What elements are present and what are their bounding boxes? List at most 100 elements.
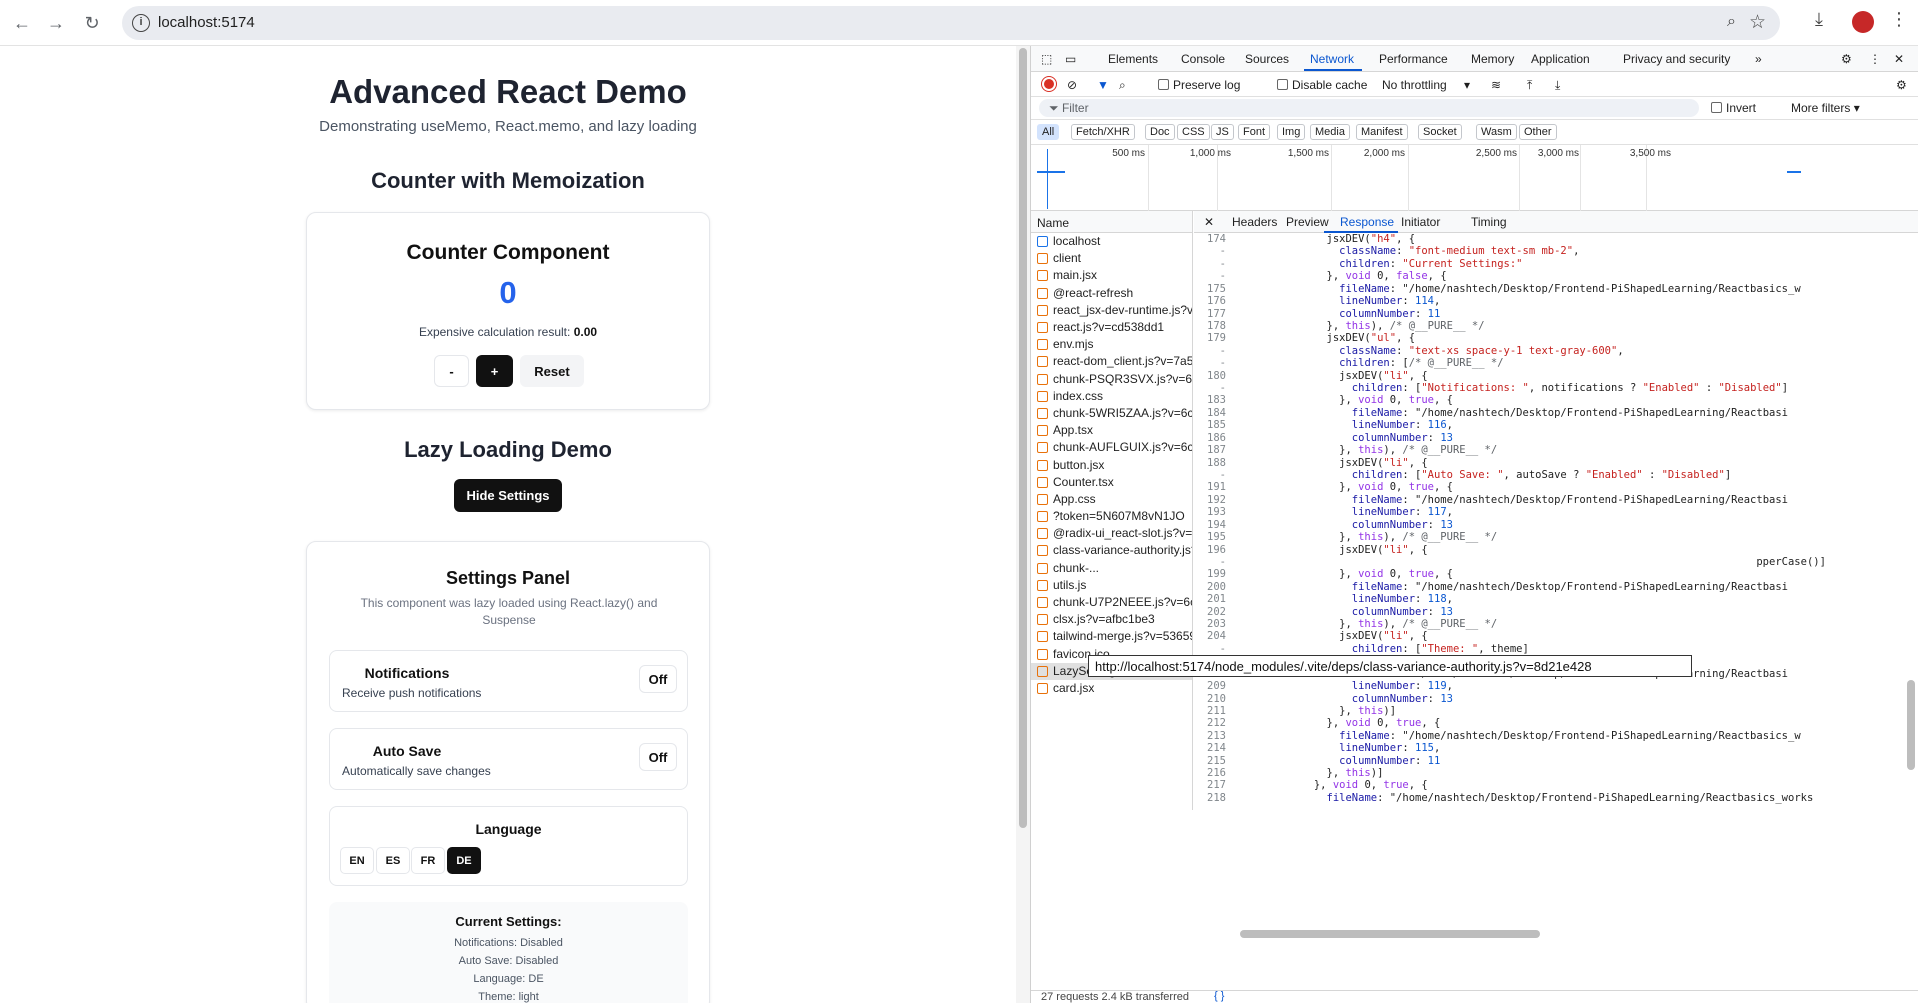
- name-column-header[interactable]: Name: [1031, 211, 1193, 233]
- language-fr-button[interactable]: FR: [411, 847, 445, 874]
- request-row[interactable]: App.css: [1031, 491, 1192, 508]
- request-row[interactable]: react-dom_client.js?v=7a5e5...: [1031, 353, 1192, 370]
- request-row[interactable]: chunk-U7P2NEEE.js?v=6c63a...: [1031, 594, 1192, 611]
- pretty-print-icon[interactable]: { }: [1214, 990, 1224, 1002]
- close-details-icon[interactable]: ✕: [1204, 215, 1214, 229]
- settings-gear-icon[interactable]: ⚙: [1841, 52, 1852, 66]
- page-scrollbar[interactable]: [1016, 46, 1030, 1003]
- filter-input[interactable]: ⏷ Filter: [1039, 99, 1699, 117]
- tab-preview[interactable]: Preview: [1286, 215, 1329, 229]
- search-icon[interactable]: ⌕: [1727, 13, 1736, 31]
- vertical-scrollbar[interactable]: [1907, 680, 1915, 770]
- preserve-log-checkbox[interactable]: Preserve log: [1158, 78, 1240, 92]
- language-de-button[interactable]: DE: [447, 847, 481, 874]
- request-row[interactable]: @react-refresh: [1031, 285, 1192, 302]
- tab-response[interactable]: Response: [1340, 215, 1394, 229]
- forward-icon[interactable]: →: [44, 11, 68, 35]
- clear-icon[interactable]: ⊘: [1067, 78, 1077, 92]
- device-toolbar-icon[interactable]: ▭: [1065, 52, 1076, 66]
- more-filters-dropdown[interactable]: More filters ▾: [1791, 101, 1860, 115]
- throttling-select[interactable]: No throttling ▾: [1382, 78, 1470, 92]
- request-row[interactable]: chunk-...: [1031, 560, 1192, 577]
- record-icon[interactable]: [1042, 77, 1056, 91]
- request-row[interactable]: chunk-PSQR3SVX.js?v=6c63a...: [1031, 371, 1192, 388]
- horizontal-scrollbar[interactable]: [1240, 930, 1540, 938]
- type-font[interactable]: Font: [1238, 124, 1271, 140]
- url-text[interactable]: localhost:5174: [158, 14, 255, 31]
- tab-elements[interactable]: Elements: [1108, 52, 1158, 66]
- disable-cache-checkbox[interactable]: Disable cache: [1277, 78, 1367, 92]
- request-row[interactable]: App.tsx: [1031, 422, 1192, 439]
- type-css[interactable]: CSS: [1177, 124, 1210, 140]
- address-bar[interactable]: i localhost:5174 ⌕ ☆: [122, 6, 1780, 40]
- reload-icon[interactable]: ↻: [80, 11, 104, 35]
- tab-memory[interactable]: Memory: [1471, 52, 1514, 66]
- network-settings-gear-icon[interactable]: ⚙: [1896, 78, 1907, 92]
- decrement-button[interactable]: -: [434, 355, 469, 387]
- request-row[interactable]: react_jsx-dev-runtime.js?v=c...: [1031, 302, 1192, 319]
- request-row[interactable]: clsx.js?v=afbc1be3: [1031, 611, 1192, 628]
- reset-button[interactable]: Reset: [520, 355, 584, 387]
- type-other[interactable]: Other: [1519, 124, 1557, 140]
- increment-button[interactable]: +: [476, 355, 513, 387]
- notifications-toggle[interactable]: Off: [639, 665, 677, 693]
- request-row[interactable]: card.jsx: [1031, 680, 1192, 697]
- invert-checkbox[interactable]: Invert: [1711, 101, 1756, 115]
- hide-settings-button[interactable]: Hide Settings: [454, 479, 562, 512]
- devtools-menu-icon[interactable]: ⋮: [1869, 52, 1881, 66]
- page-scrollbar-thumb[interactable]: [1019, 48, 1027, 828]
- network-timeline-overview[interactable]: 500 ms 1,000 ms 1,500 ms 2,000 ms 2,500 …: [1031, 145, 1918, 211]
- language-es-button[interactable]: ES: [376, 847, 410, 874]
- request-row[interactable]: utils.js: [1031, 577, 1192, 594]
- tab-console[interactable]: Console: [1181, 52, 1225, 66]
- inspect-element-icon[interactable]: ⬚: [1041, 52, 1052, 66]
- type-js[interactable]: JS: [1211, 124, 1234, 140]
- search-icon[interactable]: ⌕: [1119, 78, 1126, 93]
- tab-initiator[interactable]: Initiator: [1401, 215, 1440, 229]
- close-devtools-icon[interactable]: ✕: [1894, 52, 1904, 66]
- request-row[interactable]: react.js?v=cd538dd1: [1031, 319, 1192, 336]
- type-img[interactable]: Img: [1277, 124, 1306, 140]
- request-row[interactable]: main.jsx: [1031, 267, 1192, 284]
- type-fetch-xhr[interactable]: Fetch/XHR: [1071, 124, 1135, 140]
- back-icon[interactable]: ←: [10, 11, 34, 35]
- type-all[interactable]: All: [1037, 124, 1060, 140]
- tab-application[interactable]: Application: [1531, 52, 1590, 66]
- tab-privacy-security[interactable]: Privacy and security: [1623, 52, 1730, 66]
- site-info-icon[interactable]: i: [132, 14, 150, 32]
- tab-timing[interactable]: Timing: [1471, 215, 1507, 229]
- bookmark-star-icon[interactable]: ☆: [1749, 11, 1766, 34]
- request-row[interactable]: chunk-AUFLGUIX.js?v=6c63a2...: [1031, 439, 1192, 456]
- tab-sources[interactable]: Sources: [1245, 52, 1289, 66]
- request-row[interactable]: Counter.tsx: [1031, 474, 1192, 491]
- filter-icon[interactable]: ▼: [1097, 78, 1109, 92]
- request-row[interactable]: client: [1031, 250, 1192, 267]
- tab-network[interactable]: Network: [1310, 52, 1354, 66]
- export-har-icon[interactable]: ⤓: [1555, 78, 1560, 93]
- request-row[interactable]: tailwind-merge.js?v=53659204: [1031, 628, 1192, 645]
- wifi-conditions-icon[interactable]: ≋: [1491, 78, 1501, 92]
- tab-performance[interactable]: Performance: [1379, 52, 1448, 66]
- request-row[interactable]: ?token=5N607M8vN1JO: [1031, 508, 1192, 525]
- download-icon[interactable]: ⤓: [1815, 9, 1823, 30]
- type-wasm[interactable]: Wasm: [1476, 124, 1517, 140]
- import-har-icon[interactable]: ⤒: [1527, 78, 1532, 93]
- request-row[interactable]: button.jsx: [1031, 456, 1192, 473]
- autosave-toggle[interactable]: Off: [639, 743, 677, 771]
- language-en-button[interactable]: EN: [340, 847, 374, 874]
- more-tabs-icon[interactable]: »: [1755, 52, 1762, 66]
- type-doc[interactable]: Doc: [1145, 124, 1175, 140]
- browser-menu-icon[interactable]: ⋮: [1890, 9, 1908, 30]
- request-row[interactable]: localhost: [1031, 233, 1192, 250]
- request-row[interactable]: class-variance-authority.js?v=...: [1031, 542, 1192, 559]
- tab-headers[interactable]: Headers: [1232, 215, 1277, 229]
- profile-avatar[interactable]: [1852, 11, 1874, 33]
- type-media[interactable]: Media: [1310, 124, 1350, 140]
- type-socket[interactable]: Socket: [1418, 124, 1462, 140]
- request-row[interactable]: env.mjs: [1031, 336, 1192, 353]
- type-manifest[interactable]: Manifest: [1356, 124, 1408, 140]
- request-row[interactable]: @radix-ui_react-slot.js?v=b0e...: [1031, 525, 1192, 542]
- response-code-view[interactable]: 174 jsxDEV("h4", {- className: "font-med…: [1194, 233, 1918, 813]
- request-row[interactable]: chunk-5WRI5ZAA.js?v=6c63a...: [1031, 405, 1192, 422]
- request-row[interactable]: index.css: [1031, 388, 1192, 405]
